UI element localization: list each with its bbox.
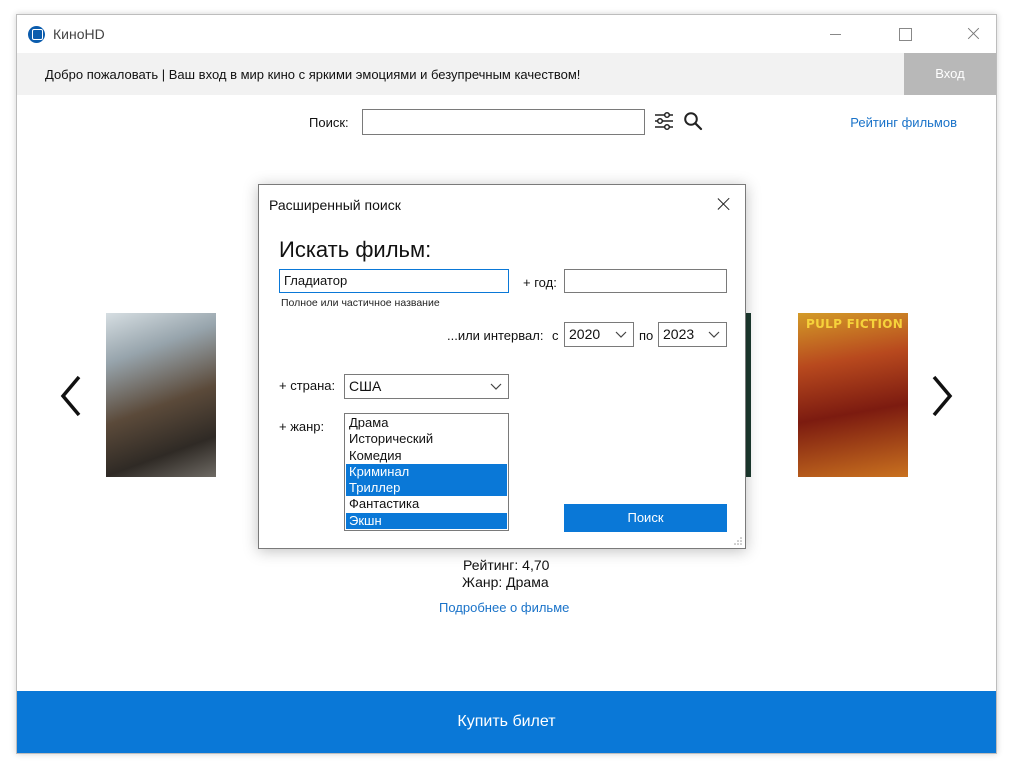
country-select[interactable]: США <box>344 374 509 399</box>
title-bar: КиноHD <box>17 15 996 53</box>
year-field[interactable] <box>564 269 727 293</box>
welcome-text: Добро пожаловать | Ваш вход в мир кино с… <box>45 67 581 82</box>
genre-item[interactable]: Криминал <box>346 463 507 481</box>
movie-details-link[interactable]: Подробнее о фильме <box>439 600 569 615</box>
movie-rating-text: Рейтинг: 4,70 <box>463 557 550 573</box>
genre-item[interactable]: Комедия <box>346 448 507 464</box>
movie-genre-text: Жанр: Драма <box>462 574 549 590</box>
chevron-down-icon <box>490 383 502 390</box>
title-hint: Полное или частичное название <box>281 297 440 309</box>
genre-listbox[interactable]: Драма Исторический Комедия Криминал Трил… <box>344 413 509 531</box>
welcome-banner: Добро пожаловать | Ваш вход в мир кино с… <box>17 53 996 95</box>
genre-item[interactable]: Экшн <box>346 512 507 530</box>
year-to-value: 2023 <box>663 326 695 342</box>
dialog-search-button[interactable]: Поиск <box>564 504 727 532</box>
genre-item[interactable]: Триллер <box>346 480 507 497</box>
magnifier-icon[interactable] <box>683 111 703 131</box>
search-label: Поиск: <box>309 115 349 130</box>
gladiator-poster[interactable] <box>106 313 216 477</box>
interval-label: ...или интервал: <box>447 328 544 343</box>
sliders-icon[interactable] <box>654 111 674 131</box>
genre-label: + жанр: <box>279 419 325 434</box>
genre-item[interactable]: Фантастика <box>346 496 507 512</box>
buy-ticket-button[interactable]: Купить билет <box>17 691 996 753</box>
advanced-search-dialog: Расширенный поиск Искать фильм: Гладиато… <box>258 184 746 549</box>
pulp-fiction-poster[interactable] <box>798 313 908 477</box>
country-label: + страна: <box>279 378 336 393</box>
chevron-down-icon <box>708 331 720 338</box>
minimize-button[interactable] <box>812 15 858 53</box>
close-icon[interactable] <box>703 185 745 223</box>
dialog-heading: Искать фильм: <box>279 237 432 262</box>
dialog-title: Расширенный поиск <box>269 197 401 213</box>
resize-grip-icon[interactable] <box>733 536 743 546</box>
chevron-left-icon[interactable] <box>57 373 87 419</box>
genre-item[interactable]: Драма <box>346 415 507 431</box>
country-value: США <box>349 378 382 394</box>
year-to-select[interactable]: 2023 <box>658 322 727 347</box>
year-from-select[interactable]: 2020 <box>564 322 634 347</box>
app-title: КиноHD <box>53 26 105 42</box>
close-window-button[interactable] <box>950 15 996 53</box>
year-from-value: 2020 <box>569 326 601 342</box>
from-label: с <box>552 328 559 343</box>
app-logo-icon <box>28 26 45 43</box>
chevron-down-icon <box>615 331 627 338</box>
login-button[interactable]: Вход <box>904 53 996 95</box>
genre-item[interactable]: Исторический <box>346 431 507 447</box>
maximize-button[interactable] <box>881 15 927 53</box>
search-input[interactable] <box>362 109 645 135</box>
chevron-right-icon[interactable] <box>926 373 956 419</box>
movie-rating-link[interactable]: Рейтинг фильмов <box>850 115 957 130</box>
to-label: по <box>639 328 654 343</box>
movie-title-field[interactable]: Гладиатор <box>279 269 509 293</box>
year-label: + год: <box>523 275 557 290</box>
